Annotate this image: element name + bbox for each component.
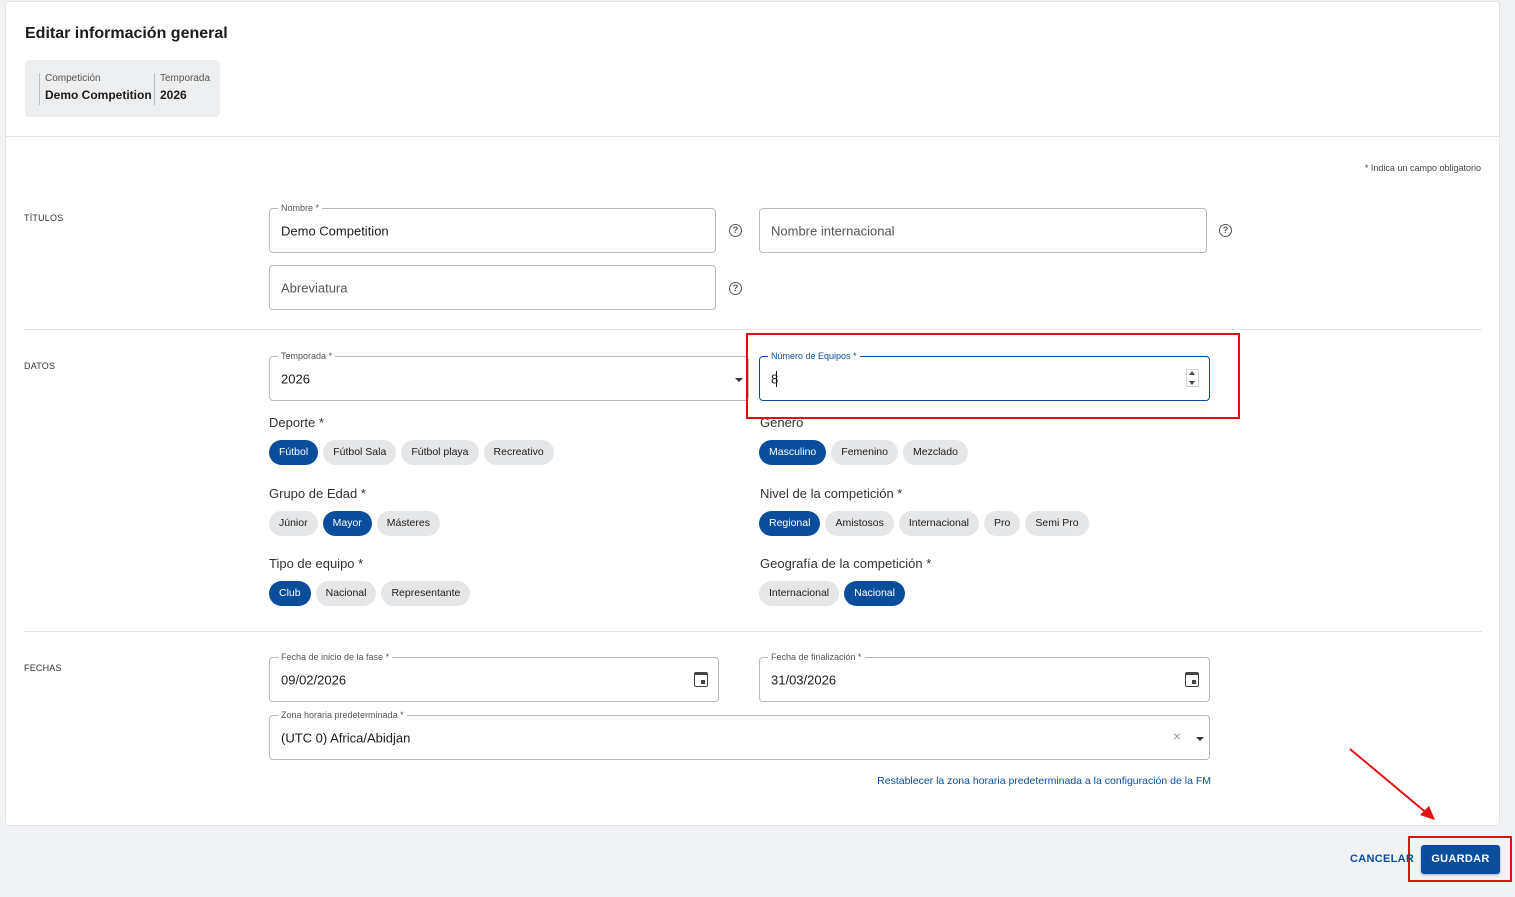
chevron-down-icon[interactable] [1196,737,1204,741]
team-type-title: Tipo de equipo * [269,556,364,571]
section-data-label: DATOS [24,361,56,371]
team-type-chips: Club Nacional Representante [269,581,471,606]
chip-option[interactable]: Júnior [269,511,318,536]
chip-option[interactable]: Regional [759,511,821,536]
sport-chips: Fútbol Fútbol Sala Fútbol playa Recreativo [269,440,554,465]
chip-option[interactable]: Másteres [376,511,440,536]
name-field-label: Nombre * [278,202,323,214]
season-select-value: 2026 [281,371,310,386]
header-divider [6,136,1499,137]
gender-chips: Masculino Femenino Mezclado [759,440,968,465]
season-summary: Temporada 2026 [154,73,210,105]
competition-summary-label: Competición [45,73,101,84]
season-summary-value: 2026 [160,88,187,102]
abbreviation-placeholder: Abreviatura [281,280,348,295]
start-date-field[interactable]: Fecha de inicio de la fase * 09/02/2026 [269,651,719,702]
name-field[interactable]: Nombre * Demo Competition [269,202,716,253]
international-name-placeholder: Nombre internacional [771,223,895,238]
annotation-arrow-icon [1349,748,1435,820]
end-date-value: 31/03/2026 [771,672,837,687]
chip-option[interactable]: Mayor [322,511,372,536]
level-chips: Regional Amistosos Internacional Pro Semi Pr… [759,511,1089,536]
chip-option[interactable]: Nacional [844,581,905,606]
season-summary-label: Temporada [160,73,211,84]
chip-option[interactable]: Masculino [759,440,827,465]
season-select[interactable]: Temporada * 2026 [269,350,749,401]
section-divider [24,329,1482,330]
cancel-button[interactable]: CANCELAR [1350,853,1414,865]
clear-icon[interactable]: × [1173,728,1181,744]
section-divider [24,631,1482,632]
chip-option[interactable]: Fútbol playa [401,440,479,465]
geography-chips: Internacional Nacional [759,581,905,606]
age-group-chips: Júnior Mayor Másteres [269,511,440,536]
start-date-value: 09/02/2026 [281,672,347,687]
chip-option[interactable]: Internacional [759,581,840,606]
chip-option[interactable]: Internacional [898,511,980,536]
chip-option[interactable]: Mezclado [902,440,968,465]
chip-option[interactable]: Amistosos [825,511,894,536]
chip-option[interactable]: Semi Pro [1025,511,1089,536]
name-help-icon[interactable]: ? [729,224,742,237]
save-button[interactable]: GUARDAR [1421,845,1500,874]
chip-option[interactable]: Representante [381,581,471,606]
timezone-value: (UTC 0) Africa/Abidjan [281,730,411,745]
geography-title: Geografía de la competición * [760,556,932,571]
sport-title: Deporte * [269,415,324,430]
end-date-label: Fecha de finalización * [768,651,865,663]
highlight-box-teams [746,333,1240,419]
timezone-select[interactable]: Zona horaria predeterminada * (UTC 0) Af… [269,709,1210,760]
abbreviation-help-icon[interactable]: ? [729,282,742,295]
timezone-label: Zona horaria predeterminada * [278,709,407,721]
competition-summary-value: Demo Competition [45,88,152,102]
chip-option[interactable]: Fútbol [269,440,319,465]
abbreviation-field[interactable]: Abreviatura [269,265,716,310]
name-field-value: Demo Competition [281,223,389,238]
context-summary: Competición Demo Competition Temporada 2… [25,60,220,117]
chip-option[interactable]: Femenino [831,440,898,465]
required-note: * Indica un campo obligatorio [1364,163,1481,173]
chip-option[interactable]: Recreativo [483,440,554,465]
start-date-label: Fecha de inicio de la fase * [278,651,393,663]
section-titles-label: TÍTULOS [24,213,64,223]
calendar-icon[interactable] [1185,672,1199,687]
level-title: Nivel de la competición * [760,486,903,501]
chip-option[interactable]: Pro [984,511,1021,536]
chip-option[interactable]: Nacional [315,581,377,606]
international-name-help-icon[interactable]: ? [1219,224,1232,237]
age-group-title: Grupo de Edad * [269,486,366,501]
end-date-field[interactable]: Fecha de finalización * 31/03/2026 [759,651,1210,702]
competition-summary: Competición Demo Competition [39,73,152,105]
chip-option[interactable]: Fútbol Sala [323,440,397,465]
chip-option[interactable]: Club [269,581,311,606]
page-title: Editar información general [25,25,228,42]
season-select-label: Temporada * [278,350,336,362]
international-name-field[interactable]: Nombre internacional [759,208,1207,253]
section-dates-label: FECHAS [24,663,62,673]
calendar-icon[interactable] [694,672,708,687]
reset-timezone-link[interactable]: Restablecer la zona horaria predetermina… [877,775,1211,787]
chevron-down-icon[interactable] [735,378,743,382]
